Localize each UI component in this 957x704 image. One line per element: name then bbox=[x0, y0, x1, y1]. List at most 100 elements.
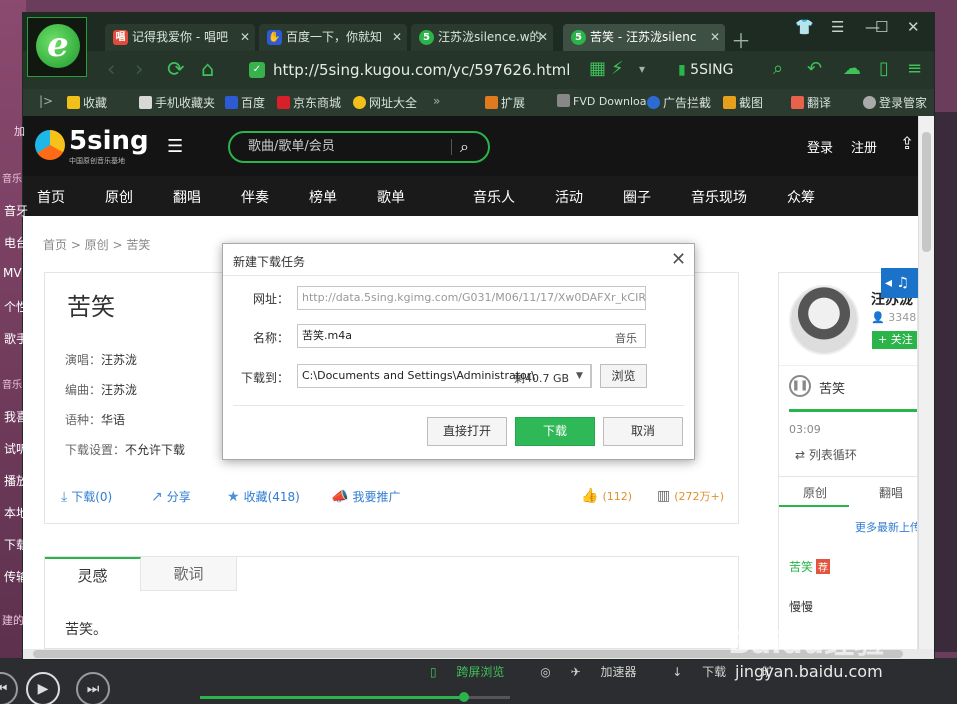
accelerator-button[interactable]: ✈ 加速器 bbox=[571, 665, 653, 679]
bookmark-jd[interactable]: 京东商城 bbox=[277, 94, 341, 111]
player-progress-knob[interactable] bbox=[458, 692, 469, 702]
login-link[interactable]: 登录 bbox=[807, 137, 833, 156]
skin-icon[interactable]: 👕 bbox=[795, 18, 814, 36]
close-icon[interactable]: ✕ bbox=[671, 249, 686, 270]
cloud-icon[interactable]: ☁ bbox=[843, 58, 861, 79]
new-tab-button[interactable]: ＋ bbox=[731, 25, 751, 54]
nav-original[interactable]: 原创 bbox=[105, 187, 133, 207]
category-menu-icon[interactable]: ☰ bbox=[167, 136, 183, 157]
back-icon[interactable]: ‹ bbox=[107, 57, 115, 81]
search-engine-selector[interactable]: ▮ 5SING bbox=[678, 57, 733, 83]
search-icon[interactable]: ⌕ bbox=[460, 133, 469, 161]
site-search-input[interactable]: 歌曲/歌单/会员 ⌕ bbox=[228, 131, 490, 163]
qr-code-icon[interactable]: ▦ bbox=[589, 58, 606, 79]
file-name-field[interactable]: 苦笑.m4a bbox=[297, 324, 646, 348]
bookmark-mobile[interactable]: 手机收藏夹 bbox=[139, 94, 215, 111]
tab-lyrics[interactable]: 歌词 bbox=[141, 557, 237, 591]
follow-button[interactable]: + 关注 bbox=[872, 331, 917, 349]
menu-icon[interactable]: ☰ bbox=[831, 18, 844, 36]
bookmark-translate[interactable]: 翻译 bbox=[791, 94, 831, 111]
nav-events[interactable]: 活动 bbox=[555, 187, 583, 207]
close-icon[interactable]: ✕ bbox=[392, 24, 402, 51]
share-action[interactable]: ↗ 分享 bbox=[151, 488, 191, 505]
bookmark-baidu[interactable]: 百度 bbox=[225, 94, 265, 111]
restore-icon[interactable]: ☐ bbox=[875, 18, 888, 36]
close-icon[interactable]: ✕ bbox=[240, 24, 250, 51]
tab-changba[interactable]: 唱记得我爱你 - 唱吧 ✕ bbox=[105, 24, 255, 51]
tab-5sing-artist[interactable]: 5 汪苏泷silence.w的 ✕ bbox=[411, 24, 553, 51]
url-input[interactable]: ✓ http://5sing.kugou.com/yc/597626.html bbox=[245, 57, 595, 83]
scrollbar-thumb[interactable] bbox=[922, 132, 931, 252]
singer-link[interactable]: 汪苏泷 bbox=[101, 353, 137, 367]
bookmark-screenshot[interactable]: 截图 bbox=[723, 94, 763, 111]
browse-button[interactable]: 浏览 bbox=[600, 364, 647, 388]
close-icon[interactable]: ✕ bbox=[538, 24, 548, 51]
nav-cover[interactable]: 翻唱 bbox=[173, 187, 201, 207]
search-icon[interactable]: ⌕ bbox=[773, 58, 783, 79]
vertical-scrollbar[interactable] bbox=[918, 116, 934, 649]
undo-icon[interactable]: ↶ bbox=[807, 58, 822, 79]
nav-live[interactable]: 音乐现场 bbox=[691, 187, 747, 207]
bookmark-extensions[interactable]: 扩展 bbox=[485, 94, 525, 111]
promote-action[interactable]: 📣 我要推广 bbox=[331, 488, 400, 505]
tab-inspiration[interactable]: 灵感 bbox=[45, 557, 141, 591]
tab-baidu[interactable]: ✋ 百度一下，你就知 ✕ bbox=[259, 24, 407, 51]
play-icon[interactable]: ▶ bbox=[26, 672, 60, 704]
avatar[interactable] bbox=[789, 285, 859, 355]
browser-logo[interactable]: e bbox=[27, 17, 87, 77]
register-link[interactable]: 注册 bbox=[851, 137, 877, 156]
pause-icon[interactable]: ❚❚ bbox=[789, 375, 811, 397]
chevron-down-icon[interactable]: ▼ bbox=[569, 364, 591, 388]
downloads-button[interactable]: ↓ 下载 bbox=[672, 665, 742, 679]
nav-circles[interactable]: 圈子 bbox=[623, 187, 651, 207]
nav-musicians[interactable]: 音乐人 bbox=[473, 187, 515, 207]
home-icon[interactable]: ⌂ bbox=[201, 57, 214, 81]
chevron-down-icon[interactable]: ▾ bbox=[639, 62, 645, 76]
loop-mode-toggle[interactable]: ⇄ 列表循环 bbox=[795, 446, 857, 463]
phone-icon[interactable]: ▯ bbox=[879, 58, 889, 79]
puzzle-icon bbox=[485, 96, 498, 109]
sidebar-toggle-icon[interactable]: |> bbox=[39, 94, 53, 108]
close-icon[interactable]: ✕ bbox=[710, 24, 720, 51]
loop-icon: ⇄ bbox=[795, 448, 809, 462]
download-action[interactable]: ⤓ 下载(0) bbox=[61, 488, 112, 505]
more-uploads-link[interactable]: 更多最新上传 bbox=[855, 519, 917, 535]
close-window-icon[interactable]: ✕ bbox=[907, 18, 920, 36]
lightning-icon[interactable]: ⚡ bbox=[611, 58, 624, 79]
breadcrumb[interactable]: 首页 > 原创 > 苦笑 bbox=[43, 236, 150, 253]
like-stat[interactable]: 👍 (112) bbox=[581, 488, 632, 504]
download-button[interactable]: 下载 bbox=[515, 417, 595, 446]
nav-playlists[interactable]: 歌单 bbox=[377, 187, 405, 207]
download-url-field[interactable]: http://data.5sing.kgimg.com/G031/M06/11/… bbox=[297, 286, 646, 310]
nav-charts[interactable]: 榜单 bbox=[309, 187, 337, 207]
background-label: 个性 bbox=[4, 300, 29, 314]
block-icon bbox=[647, 96, 660, 109]
upload-icon[interactable]: ⇪ bbox=[900, 134, 914, 154]
now-playing-progress[interactable] bbox=[789, 409, 917, 412]
player-progress-bar[interactable] bbox=[200, 692, 510, 702]
open-directly-button[interactable]: 直接打开 bbox=[427, 417, 507, 446]
bookmark-hao[interactable]: 网址大全 bbox=[353, 94, 417, 111]
bookmark-fvd[interactable]: FVD Downloa bbox=[557, 94, 647, 108]
cancel-button[interactable]: 取消 bbox=[603, 417, 683, 446]
nav-accompaniment[interactable]: 伴奏 bbox=[241, 187, 269, 207]
sidebar-song-item[interactable]: 苦笑荐 bbox=[789, 558, 831, 575]
nav-crowdfunding[interactable]: 众筹 bbox=[787, 187, 815, 207]
more-icon[interactable]: » bbox=[433, 94, 440, 108]
bookmark-favorites[interactable]: 收藏 bbox=[67, 94, 107, 111]
sidebar-tab-original[interactable]: 原创 bbox=[803, 484, 827, 501]
cross-screen-button[interactable]: ▯ 跨屏浏览 bbox=[430, 665, 520, 679]
favorite-action[interactable]: ★ 收藏(418) bbox=[227, 488, 300, 505]
bookmark-adblock[interactable]: 广告拦截 bbox=[647, 94, 711, 111]
sidebar-song-item[interactable]: 慢慢 bbox=[789, 598, 813, 615]
hamburger-icon[interactable]: ≡ bbox=[907, 58, 922, 79]
music-float-icon[interactable]: ◂ ♫ bbox=[881, 268, 918, 298]
tab-5sing-song[interactable]: 5 苦笑 - 汪苏泷silenc ✕ bbox=[563, 24, 725, 51]
speed-icon[interactable]: ◎ bbox=[540, 665, 550, 679]
sidebar-tab-cover[interactable]: 翻唱 bbox=[879, 484, 903, 501]
refresh-icon[interactable]: ⟳ bbox=[167, 57, 185, 81]
bookmark-login[interactable]: 登录管家 bbox=[863, 94, 927, 111]
nav-home[interactable]: 首页 bbox=[37, 187, 65, 207]
next-icon[interactable]: ⏭ bbox=[76, 672, 110, 704]
forward-icon[interactable]: › bbox=[135, 57, 143, 81]
